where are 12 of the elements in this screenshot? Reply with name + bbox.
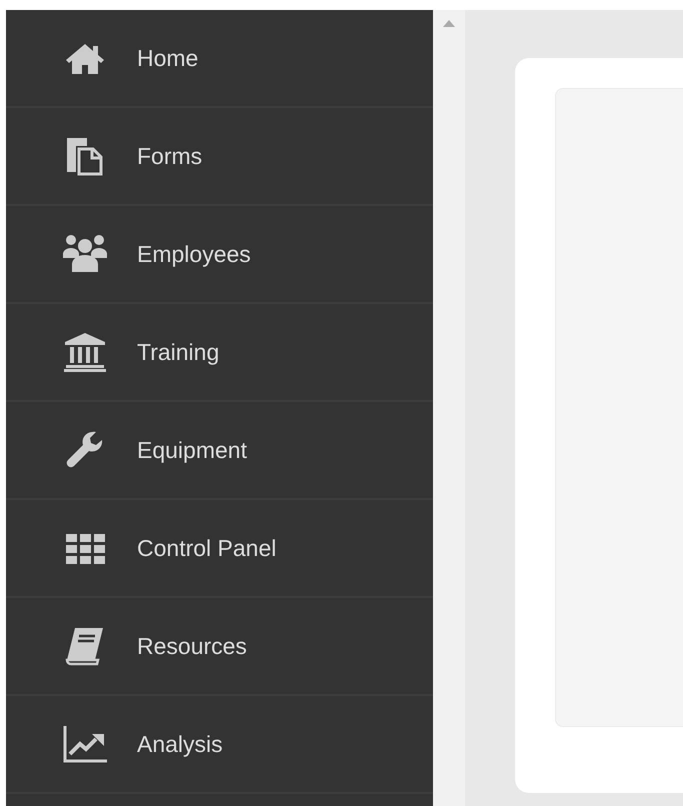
building-columns-icon [62, 332, 108, 372]
people-icon [62, 234, 108, 274]
line-chart-icon [62, 724, 108, 764]
sidebar-item-label[interactable]: Analysis [137, 726, 223, 762]
scroll-up-arrow-icon[interactable] [443, 20, 455, 27]
sidebar-item-label[interactable]: Equipment [137, 432, 247, 468]
sidebar-item-label[interactable]: Resources [137, 628, 247, 664]
sidebar-item-label[interactable]: Home [137, 40, 198, 76]
sidebar-item-label[interactable]: Training [137, 334, 220, 370]
sidebar-item-label[interactable]: Employees [137, 236, 251, 272]
sidebar-item-label[interactable]: Control Panel [137, 530, 276, 566]
sidebar-item-label[interactable]: Forms [137, 138, 202, 174]
